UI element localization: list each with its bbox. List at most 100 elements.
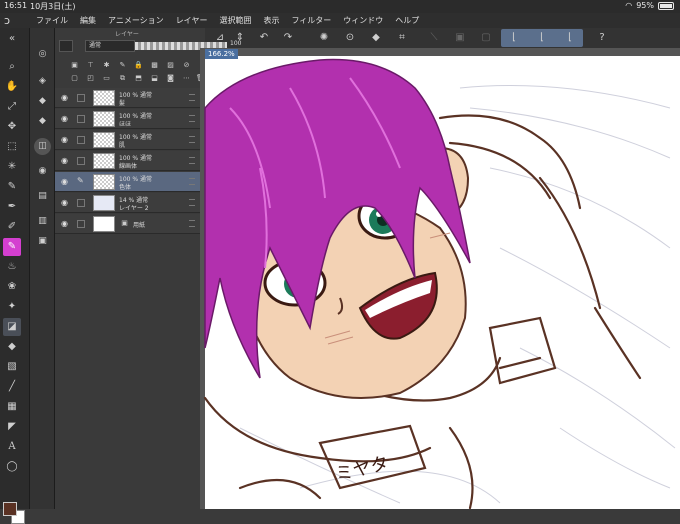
deselect-icon[interactable]: ⟍ [427,31,441,45]
layer-check[interactable] [77,94,85,102]
menu-window[interactable]: ウィンドウ [343,15,383,26]
draft-icon[interactable]: ✎ [117,60,128,71]
layer-check[interactable] [77,136,85,144]
line-icon[interactable]: ╱ [3,378,21,396]
copy-layer-icon[interactable]: ⧉ [117,73,128,84]
menu-dots-icon[interactable]: ⋯ [181,73,192,84]
menu-help[interactable]: ヘルプ [395,15,419,26]
layer-row[interactable]: ◉ 100 % 通常 ほほ [55,109,200,129]
lock-icon[interactable]: 🔒 [133,60,144,71]
layer-color-button[interactable] [59,40,73,52]
drag-handle-icon[interactable] [189,178,195,185]
brush-size-icon[interactable]: ◆ [34,93,51,110]
mask-enable-icon[interactable]: ▨ [165,60,176,71]
new-folder-icon[interactable]: ▭ [101,73,112,84]
layer-tab-icon[interactable]: ◫ [34,138,51,155]
pencil-icon[interactable]: ✐ [3,218,21,236]
clip-icon[interactable]: ⊤ [85,60,96,71]
balloon-icon[interactable]: ◯ [3,458,21,476]
palette-icon[interactable]: ◉ [34,163,51,180]
clear-icon[interactable]: ⊙ [343,31,357,45]
drag-handle-icon[interactable] [189,94,195,101]
selection-tool-icon[interactable]: ⬚ [3,138,21,156]
drag-handle-icon[interactable] [189,136,195,143]
new-raster-icon[interactable]: ▢ [69,73,80,84]
hand-icon[interactable]: ✋ [3,78,21,96]
drag-handle-icon[interactable] [189,115,195,122]
tool-property-icon[interactable]: ◈ [34,73,51,90]
ruler-tool-icon[interactable]: ◤ [3,418,21,436]
ruler-pen-icon[interactable]: ⌊ [535,31,549,45]
eyedropper-icon[interactable]: ✎ [3,178,21,196]
sidebar-icon[interactable]: « [3,30,21,48]
merge-icon[interactable]: ⬒ [133,73,144,84]
operation-icon[interactable]: ⤢ [3,98,21,116]
pen-icon[interactable]: ✒ [3,198,21,216]
eye-icon[interactable]: ◉ [61,93,71,103]
help-icon[interactable]: ? [595,31,609,45]
eye-icon[interactable]: ◉ [61,135,71,145]
reference-icon[interactable]: ✱ [101,60,112,71]
menu-animation[interactable]: アニメーション [108,15,164,26]
layer-row-paper[interactable]: ◉ ▣ 用紙 [55,214,200,234]
app-logo-icon[interactable]: ↄ [4,14,18,27]
eye-icon[interactable]: ◉ [61,114,71,124]
crop-icon[interactable]: ⌗ [395,31,409,45]
drag-handle-icon[interactable] [189,157,195,164]
menu-layer[interactable]: レイヤー [176,15,208,26]
ruler-icon[interactable]: ⌊ [507,31,521,45]
info-icon[interactable]: ▣ [34,233,51,250]
lock-alpha-icon[interactable]: ▩ [149,60,160,71]
ruler-snap-icon[interactable]: ⌊ [563,31,577,45]
wand-icon[interactable]: ✳ [3,158,21,176]
menu-filter[interactable]: フィルター [291,15,331,26]
mask-icon[interactable]: ▣ [69,60,80,71]
blend-icon[interactable]: ✦ [3,298,21,316]
eye-icon[interactable]: ◉ [61,198,71,208]
layer-row[interactable]: ◉ 100 % 通常 肌 [55,130,200,150]
layer-check[interactable] [77,157,85,165]
fill-tool-icon[interactable]: ◆ [3,338,21,356]
drag-handle-icon[interactable] [189,199,195,206]
redo-icon[interactable]: ↷ [281,31,295,45]
layer-check[interactable] [77,220,85,228]
gradient-icon[interactable]: ▧ [3,358,21,376]
loading-icon[interactable]: ✺ [317,31,331,45]
navigator-icon[interactable]: ◎ [34,46,51,63]
eye-icon[interactable]: ◉ [61,177,71,187]
mask-add-icon[interactable]: ◙ [165,73,176,84]
blend-mode-select[interactable]: 通常 [85,40,135,52]
brush-icon[interactable]: ✎ [3,238,21,256]
main-color-swatch[interactable] [3,502,17,516]
undo-icon[interactable]: ↶ [257,31,271,45]
airbrush-icon[interactable]: ♨ [3,258,21,276]
fill-icon[interactable]: ◆ [369,31,383,45]
invert-icon[interactable]: ▣ [453,31,467,45]
eraser-icon[interactable]: ◪ [3,318,21,336]
eye-icon[interactable]: ◉ [61,156,71,166]
layer-row[interactable]: ◉ 14 % 通常 レイヤー 2 [55,193,200,213]
material-icon[interactable]: ▥ [34,213,51,230]
history-icon[interactable]: ▤ [34,188,51,205]
decoration-icon[interactable]: ❀ [3,278,21,296]
new-vector-icon[interactable]: ◰ [85,73,96,84]
menu-view[interactable]: 表示 [263,15,279,26]
menu-selection[interactable]: 選択範囲 [219,15,251,26]
text-icon[interactable]: A [3,438,21,456]
layer-row[interactable]: ◉ 100 % 通常 線画体 [55,151,200,171]
layer-check[interactable] [77,199,85,207]
drag-handle-icon[interactable] [189,220,195,227]
move-icon[interactable]: ✥ [3,118,21,136]
frame-icon[interactable]: ▦ [3,398,21,416]
transfer-icon[interactable]: ⬓ [149,73,160,84]
layer-row-selected[interactable]: ◉ ✎ 100 % 通常 色体 [55,172,200,192]
color-icon[interactable]: ◆ [34,113,51,130]
ruler-layer-icon[interactable]: ⊘ [181,60,192,71]
zoom-icon[interactable]: ⌕ [3,58,21,76]
menu-edit[interactable]: 編集 [80,15,96,26]
layer-row[interactable]: ◉ 100 % 通常 髪 [55,88,200,108]
canvas-area[interactable]: ミヤタ [200,48,680,509]
eye-icon[interactable]: ◉ [61,219,71,229]
selection-icon[interactable]: ▢ [479,31,493,45]
menu-file[interactable]: ファイル [36,15,68,26]
